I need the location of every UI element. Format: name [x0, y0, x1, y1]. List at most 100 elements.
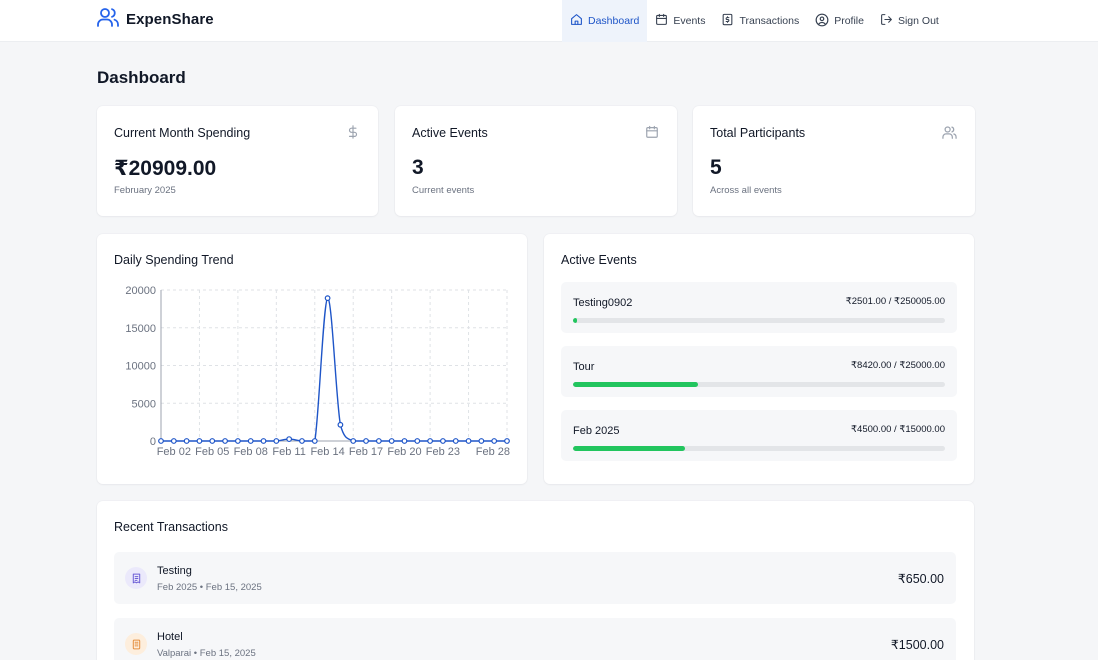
data-point: [504, 438, 510, 444]
data-point: [311, 438, 318, 444]
event-name: Feb 2025: [573, 425, 620, 437]
event-item[interactable]: Feb 2025 ₹4500.00 / ₹15000.00: [561, 410, 957, 461]
stat-title: Active Events: [412, 126, 488, 140]
event-item[interactable]: Tour ₹8420.00 / ₹25000.00: [561, 346, 957, 397]
nav-dashboard[interactable]: Dashboard: [562, 0, 648, 42]
data-point: [337, 421, 344, 428]
nav-profile-label: Profile: [834, 15, 864, 27]
spending-trend-chart: 0 5000 10000 15000 20000 Feb 02 Feb 05 Feb 08 Fe…: [125, 285, 510, 458]
nav-events[interactable]: Events: [647, 0, 713, 42]
data-point: [170, 438, 177, 444]
section-title: Recent Transactions: [114, 520, 228, 534]
data-point: [273, 438, 280, 444]
nav-profile[interactable]: Profile: [807, 0, 872, 42]
nav-sign-out[interactable]: Sign Out: [872, 0, 947, 42]
x-tick-label: Feb 11: [272, 446, 305, 458]
data-point: [414, 438, 421, 444]
y-tick-label: 15000: [125, 323, 156, 335]
top-nav: ExpenShare Dashboard Events Transactions…: [0, 0, 1098, 42]
transaction-meta: Valparai • Feb 15, 2025: [157, 648, 256, 659]
users-icon: [942, 125, 957, 144]
data-point: [427, 438, 434, 444]
data-point: [324, 295, 331, 302]
data-point: [209, 438, 216, 444]
y-tick-label: 10000: [125, 361, 156, 373]
nav-dashboard-label: Dashboard: [588, 15, 640, 27]
users-logo-icon: [97, 7, 119, 32]
event-progress-bar: [573, 446, 945, 451]
brand[interactable]: ExpenShare: [97, 7, 214, 32]
data-point: [158, 438, 164, 444]
x-tick-label: Feb 05: [195, 446, 229, 458]
transaction-amount: ₹1500.00: [890, 638, 944, 652]
stat-card-participants: Total Participants 5 Across all events: [693, 106, 975, 216]
event-amount: ₹8420.00 / ₹25000.00: [851, 360, 945, 371]
receipt-dollar-icon: [721, 13, 734, 29]
x-tick-label: Feb 23: [426, 446, 460, 458]
nav-sign-out-label: Sign Out: [897, 15, 939, 27]
data-point: [234, 438, 241, 444]
nav-links: Dashboard Events Transactions Profile Si…: [562, 0, 947, 42]
dollar-icon: [346, 125, 360, 144]
sign-out-icon: [880, 13, 893, 29]
data-point: [491, 438, 498, 444]
event-name: Tour: [573, 361, 595, 373]
event-progress-fill: [573, 318, 577, 323]
transaction-name: Hotel: [157, 631, 183, 643]
stat-subtitle: Across all events: [710, 185, 782, 196]
stat-value: ₹20909.00: [114, 157, 217, 180]
data-point: [350, 438, 357, 444]
stat-card-active-events: Active Events 3 Current events: [395, 106, 677, 216]
transaction-item[interactable]: Hotel Valparai • Feb 15, 2025 ₹1500.00: [114, 618, 956, 660]
calendar-icon: [655, 13, 668, 29]
stat-title: Total Participants: [710, 126, 806, 140]
data-point: [363, 438, 369, 444]
recent-transactions-card: Recent Transactions Testing Feb 2025 • F…: [97, 501, 974, 660]
y-tick-label: 5000: [132, 398, 156, 410]
data-point: [452, 438, 459, 444]
stat-subtitle: February 2025: [114, 185, 176, 196]
data-point: [222, 438, 228, 444]
y-tick-label: 0: [150, 436, 156, 448]
series-line: [160, 297, 507, 442]
event-progress-fill: [573, 382, 699, 387]
data-point: [401, 438, 408, 444]
nav-transactions[interactable]: Transactions: [713, 0, 807, 42]
event-progress-fill: [573, 446, 685, 451]
data-point: [260, 438, 267, 444]
calendar-icon: [645, 125, 659, 144]
x-tick-label: Feb 28: [476, 446, 510, 458]
data-point: [375, 438, 382, 444]
transaction-meta: Feb 2025 • Feb 15, 2025: [157, 582, 262, 593]
home-icon: [570, 13, 583, 29]
data-point: [247, 438, 254, 444]
y-tick-label: 20000: [125, 285, 156, 297]
stat-value: 5: [710, 156, 722, 179]
stat-title: Current Month Spending: [114, 126, 251, 140]
stat-value: 3: [412, 156, 424, 179]
x-tick-label: Feb 02: [157, 446, 191, 458]
active-events-card: Active Events Testing0902 ₹2501.00 / ₹25…: [544, 234, 974, 484]
transaction-name: Testing: [157, 565, 192, 577]
data-point: [286, 436, 293, 443]
transaction-item[interactable]: Testing Feb 2025 • Feb 15, 2025 ₹650.00: [114, 552, 956, 604]
user-circle-icon: [815, 13, 829, 30]
building-icon: [125, 633, 147, 655]
stat-card-spending: Current Month Spending ₹20909.00 Februar…: [97, 106, 378, 216]
x-tick-label: Feb 14: [310, 446, 344, 458]
event-amount: ₹4500.00 / ₹15000.00: [851, 424, 945, 435]
x-tick-label: Feb 20: [387, 446, 421, 458]
event-item[interactable]: Testing0902 ₹2501.00 / ₹250005.00: [561, 282, 957, 333]
data-point: [183, 438, 190, 444]
nav-transactions-label: Transactions: [739, 15, 800, 27]
data-point: [440, 438, 446, 444]
app-name: ExpenShare: [126, 10, 214, 28]
nav-events-label: Events: [673, 15, 706, 27]
event-name: Testing0902: [573, 297, 633, 309]
event-progress-bar: [573, 382, 945, 387]
spending-trend-card: Daily Spending Trend 0 5000 10000 15000 2000…: [97, 234, 527, 484]
event-amount: ₹2501.00 / ₹250005.00: [845, 296, 945, 307]
data-point: [196, 438, 203, 444]
page-title: Dashboard: [97, 68, 186, 87]
data-point: [388, 438, 395, 444]
